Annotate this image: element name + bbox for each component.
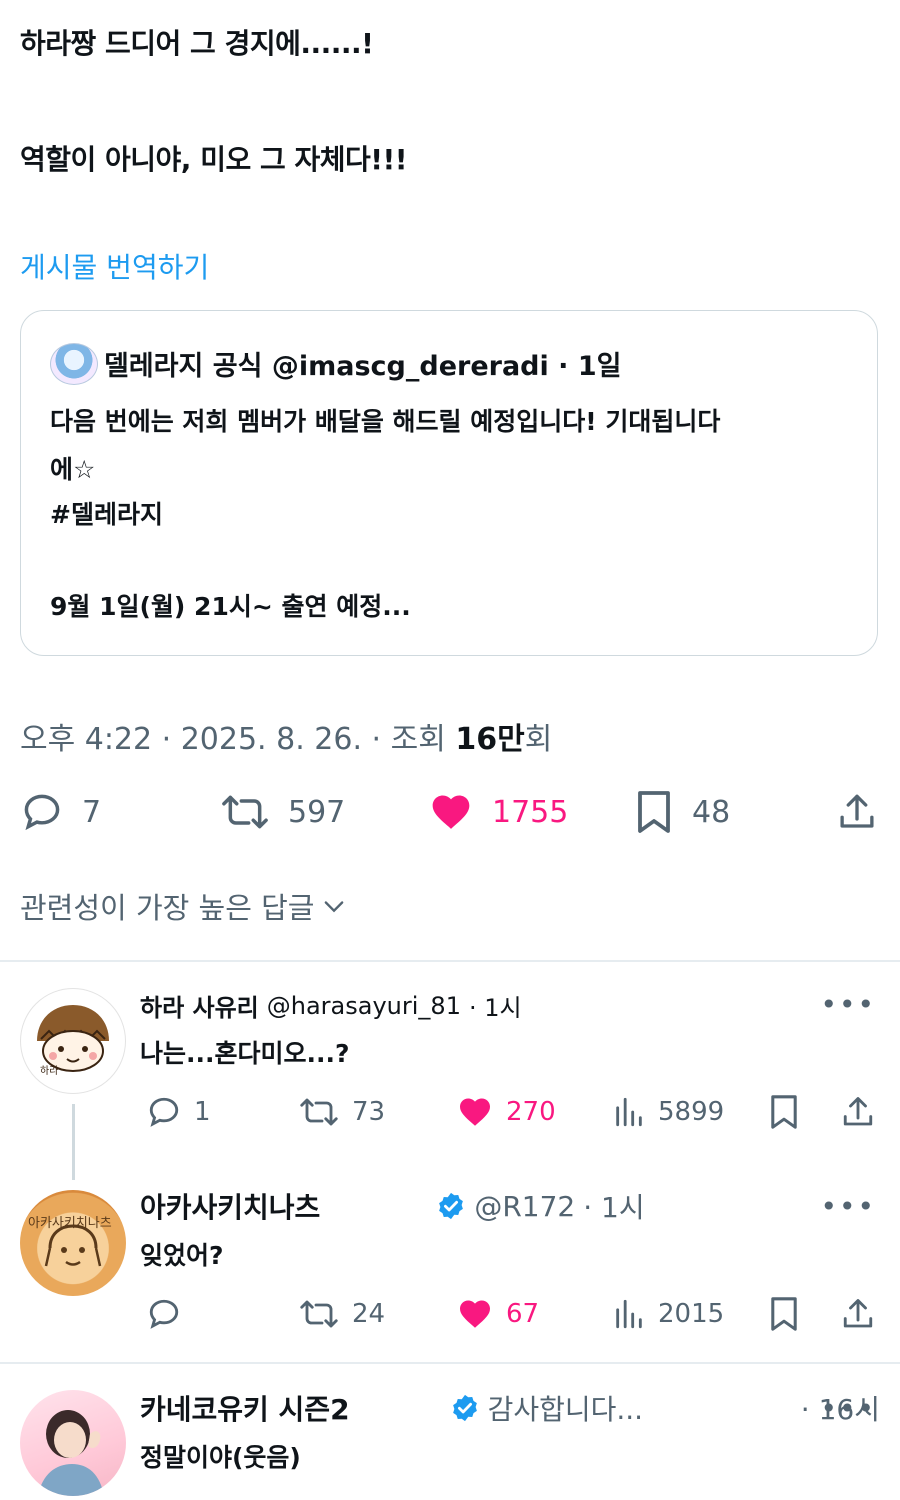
section-divider bbox=[0, 960, 900, 962]
reply-avatar[interactable] bbox=[20, 988, 126, 1094]
reply-divider bbox=[0, 1362, 900, 1364]
reply-header: 아카사키치나츠 @R172 · 1시 bbox=[140, 1186, 645, 1226]
repost-button[interactable]: 597 bbox=[220, 790, 345, 834]
chevron-down-icon bbox=[325, 901, 344, 913]
reply-author-handle[interactable]: @harasayuri_81 bbox=[267, 992, 461, 1020]
views-button[interactable]: 2015 bbox=[612, 1296, 724, 1332]
share-icon bbox=[843, 1299, 873, 1328]
avatar-label: 하라 bbox=[40, 1066, 59, 1077]
post-timestamp-views: 오후 4:22 · 2025. 8. 26. · 조회 16만회 bbox=[20, 714, 552, 758]
quoted-text-line: 에☆ bbox=[50, 455, 96, 484]
bookmark-button[interactable] bbox=[768, 1294, 800, 1334]
verified-badge-icon bbox=[439, 1192, 464, 1220]
share-button[interactable] bbox=[836, 790, 878, 834]
reply-author-handle[interactable]: 감사합니다... bbox=[488, 1388, 644, 1428]
post-action-bar: 7 597 1755 48 bbox=[0, 782, 900, 842]
view-count: 2015 bbox=[658, 1299, 725, 1329]
reply-header: 카네코유키 시즌2 감사합니다... · 16시 bbox=[140, 1388, 880, 1428]
sketch-face-icon bbox=[44, 1224, 102, 1267]
bookmark-icon bbox=[771, 1297, 797, 1331]
reply-button[interactable]: 1 bbox=[146, 1094, 211, 1130]
more-options-icon[interactable]: ••• bbox=[820, 1392, 876, 1425]
quoted-hashtag[interactable]: #델레라지 bbox=[50, 495, 163, 531]
repost-button[interactable]: 24 bbox=[298, 1296, 385, 1332]
reply-header: 하라 사유리 @harasayuri_81 · 1시 bbox=[140, 988, 522, 1023]
repost-count: 73 bbox=[352, 1097, 386, 1127]
repost-icon bbox=[222, 795, 268, 829]
person-photo-icon bbox=[38, 1410, 104, 1496]
quoted-text-line: 9월 1일(월) 21시~ 출연 예정... bbox=[50, 592, 411, 621]
share-icon bbox=[843, 1097, 873, 1126]
reply-avatar[interactable] bbox=[20, 1390, 126, 1496]
post-text-line-2: 역할이 아니야, 미오 그 자체다!!! bbox=[20, 143, 408, 176]
reply-count: 7 bbox=[82, 794, 102, 830]
repost-count: 597 bbox=[288, 794, 346, 830]
heart-filled-icon bbox=[460, 1300, 490, 1328]
repost-icon bbox=[300, 1098, 338, 1126]
repost-count: 24 bbox=[352, 1299, 386, 1329]
more-options-icon[interactable]: ••• bbox=[820, 988, 876, 1021]
reply-icon bbox=[149, 1299, 179, 1329]
more-options-icon[interactable]: ••• bbox=[820, 1190, 876, 1223]
like-count: 67 bbox=[506, 1299, 540, 1329]
reply-sort-dropdown[interactable]: 관련성이 가장 높은 답글 bbox=[20, 885, 348, 927]
like-button[interactable]: 1755 bbox=[428, 790, 568, 834]
reply-author-name[interactable]: 하라 사유리 bbox=[140, 988, 259, 1023]
bookmark-count: 48 bbox=[692, 794, 731, 830]
reply-author-name[interactable]: 아카사키치나츠 bbox=[140, 1186, 320, 1226]
reply-sort-label: 관련성이 가장 높은 답글 bbox=[20, 891, 315, 925]
quoted-author-line: 델레라지 공식 @imascg_dereradi · 1일 bbox=[104, 344, 621, 383]
bookmark-button[interactable]: 48 bbox=[634, 788, 730, 836]
reply-action-bar: 24 67 2015 bbox=[0, 1292, 900, 1352]
reply-button[interactable] bbox=[146, 1296, 194, 1332]
like-count: 270 bbox=[506, 1097, 556, 1127]
repost-icon bbox=[300, 1300, 338, 1328]
quoted-post-time: · 1일 bbox=[558, 351, 622, 382]
post-timestamp: 오후 4:22 · 2025. 8. 26. · 조회 bbox=[20, 722, 456, 757]
reply-text: 정말이야(웃음) bbox=[140, 1443, 301, 1472]
reply-button[interactable]: 7 bbox=[20, 790, 101, 834]
reply-time: · 1시 bbox=[468, 994, 522, 1022]
view-count: 5899 bbox=[658, 1097, 725, 1127]
view-count-suffix: 회 bbox=[524, 722, 553, 757]
share-icon bbox=[840, 794, 874, 828]
reply-author-name[interactable]: 카네코유키 시즌2 bbox=[140, 1388, 350, 1428]
reply-text: 잊었어? bbox=[140, 1241, 224, 1270]
heart-filled-icon bbox=[460, 1098, 490, 1126]
bookmark-icon bbox=[771, 1095, 797, 1129]
reply-text: 나는...혼다미오...? bbox=[140, 1039, 350, 1068]
reply-time: · 1시 bbox=[583, 1191, 645, 1224]
reply-icon bbox=[149, 1097, 179, 1127]
bookmark-icon bbox=[638, 791, 670, 833]
reply-avatar[interactable] bbox=[20, 1190, 126, 1296]
post-text-line-1: 하라짱 드디어 그 경지에......! bbox=[20, 27, 374, 60]
like-count: 1755 bbox=[492, 794, 569, 830]
repost-button[interactable]: 73 bbox=[298, 1094, 385, 1130]
quoted-text-line: 다음 번에는 저희 멤버가 배달을 해드릴 예정입니다! 기대됩니다 bbox=[50, 407, 721, 436]
quoted-account-avatar[interactable] bbox=[50, 343, 98, 385]
heart-filled-icon bbox=[432, 795, 470, 829]
views-button[interactable]: 5899 bbox=[612, 1094, 724, 1130]
quoted-author-handle: @imascg_dereradi bbox=[271, 351, 549, 382]
like-button[interactable]: 270 bbox=[456, 1094, 556, 1130]
view-count: 16만 bbox=[455, 722, 525, 757]
verified-badge-icon bbox=[452, 1394, 477, 1422]
reply-author-handle[interactable]: @R172 bbox=[474, 1190, 575, 1223]
translate-post-link[interactable]: 게시물 번역하기 bbox=[20, 246, 209, 286]
share-button[interactable] bbox=[840, 1094, 876, 1130]
bar-chart-icon bbox=[616, 1299, 642, 1329]
quoted-author-name: 델레라지 공식 bbox=[104, 351, 263, 382]
reply-count: 1 bbox=[194, 1097, 211, 1127]
cartoon-face-icon bbox=[37, 1005, 109, 1072]
avatar-label: 아카사키치나츠 bbox=[28, 1216, 112, 1231]
bookmark-button[interactable] bbox=[768, 1092, 800, 1132]
reply-action-bar: 1 73 270 5899 bbox=[0, 1090, 900, 1150]
reply-icon bbox=[24, 794, 60, 831]
like-button[interactable]: 67 bbox=[456, 1296, 539, 1332]
share-button[interactable] bbox=[840, 1296, 876, 1332]
bar-chart-icon bbox=[616, 1097, 642, 1127]
